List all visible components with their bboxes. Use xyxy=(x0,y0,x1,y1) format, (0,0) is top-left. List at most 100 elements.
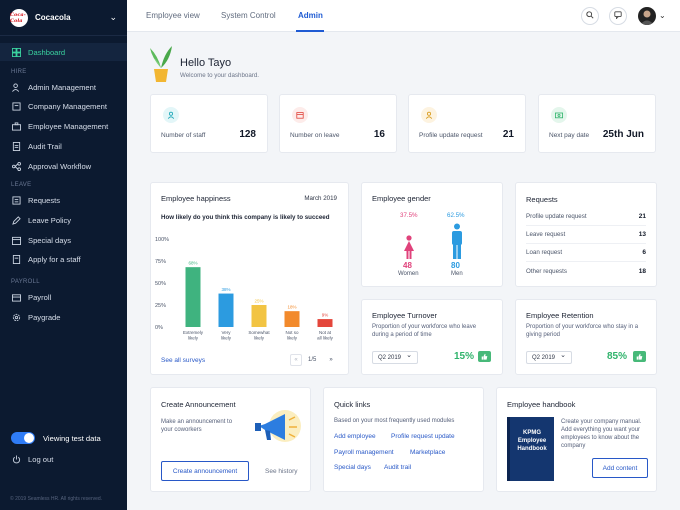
retention-percent: 85% xyxy=(607,351,628,362)
stat-card-staff[interactable]: Number of staff 128 xyxy=(150,94,268,153)
company-switcher[interactable]: Coca-Cola Cocacola ⌄ xyxy=(0,0,127,36)
card-title: Employee gender xyxy=(372,194,431,203)
greeting: Hello Tayo xyxy=(180,57,232,69)
sidebar-item-label: Payroll xyxy=(28,292,52,302)
sidebar-item-dashboard[interactable]: Dashboard xyxy=(0,43,127,61)
request-row[interactable]: Profile update request 21 xyxy=(526,208,646,226)
sidebar-item-label: Audit Trail xyxy=(28,141,62,151)
y-tick-label: 100% xyxy=(155,237,169,243)
sidebar-item-payroll[interactable]: Payroll xyxy=(0,288,127,306)
user-cog-icon xyxy=(11,82,21,92)
handbook-cover-title: KPMG Employee Handbook xyxy=(517,430,547,452)
create-announcement-button[interactable]: Create announcement xyxy=(161,461,249,481)
chevron-down-icon[interactable]: ⌄ xyxy=(109,12,117,23)
bar xyxy=(251,305,267,327)
card-title: Requests xyxy=(526,195,558,204)
test-data-toggle-row[interactable]: Viewing test data xyxy=(0,429,127,447)
sidebar-item-label: Apply for a staff xyxy=(28,254,81,264)
data-label: 68% xyxy=(188,261,197,266)
quick-link-marketplace[interactable]: Marketplace xyxy=(410,449,445,456)
sidebar-item-label: Approval Workflow xyxy=(28,161,92,171)
quick-link-profile-request[interactable]: Profile request update xyxy=(391,433,455,440)
turnover-card: Employee Turnover Proportion of your wor… xyxy=(361,299,503,375)
quick-link-payroll[interactable]: Payroll management xyxy=(334,449,394,456)
avatar[interactable] xyxy=(638,7,656,25)
sidebar: Coca-Cola Cocacola ⌄ Dashboard HIRE Admi… xyxy=(0,0,127,510)
sidebar-item-apply-for-staff[interactable]: Apply for a staff xyxy=(0,250,127,268)
bar xyxy=(284,311,300,327)
request-label: Profile update request xyxy=(526,213,587,220)
request-count: 21 xyxy=(638,213,646,220)
see-all-surveys-link[interactable]: See all surveys xyxy=(161,357,205,364)
file-icon xyxy=(11,141,21,151)
user-icon xyxy=(163,107,179,123)
sidebar-item-label: Requests xyxy=(28,195,61,205)
sidebar-item-employee-management[interactable]: Employee Management xyxy=(0,117,127,135)
tab-admin[interactable]: Admin xyxy=(298,11,323,20)
sidebar-item-requests[interactable]: Requests xyxy=(0,191,127,209)
period-select[interactable]: Q2 2019 xyxy=(526,351,572,364)
men-percent: 62.5% xyxy=(447,212,465,219)
bar xyxy=(218,293,234,327)
quick-link-add-employee[interactable]: Add employee xyxy=(334,433,376,440)
sidebar-item-paygrade[interactable]: Paygrade xyxy=(0,308,127,326)
sidebar-item-approval-workflow[interactable]: Approval Workflow xyxy=(0,157,127,175)
thumbs-up-icon xyxy=(478,351,491,362)
logout-label: Log out xyxy=(28,454,54,464)
user-icon xyxy=(421,107,437,123)
tab-employee-view[interactable]: Employee view xyxy=(146,11,200,20)
chevron-down-icon[interactable]: ⌄ xyxy=(659,11,666,20)
men-label: Men xyxy=(451,271,463,277)
see-history-link[interactable]: See history xyxy=(265,468,298,475)
quick-link-audit-trail[interactable]: Audit trail xyxy=(384,464,411,471)
next-page-button[interactable]: » xyxy=(325,354,337,366)
period-select[interactable]: Q2 2019 xyxy=(372,351,418,364)
gear-icon xyxy=(11,312,21,322)
stat-card-profile-requests[interactable]: Profile update request 21 xyxy=(408,94,526,153)
company-logo: Coca-Cola xyxy=(10,8,28,27)
request-label: Leave request xyxy=(526,231,566,238)
stat-card-pay-date[interactable]: Next pay date 25th Jun xyxy=(538,94,656,153)
prev-page-button[interactable]: « xyxy=(290,354,302,366)
briefcase-icon xyxy=(11,121,21,131)
section-label-hire: HIRE xyxy=(11,69,27,75)
test-data-label: Viewing test data xyxy=(43,433,101,443)
test-data-toggle[interactable] xyxy=(11,432,35,444)
quick-link-special-days[interactable]: Special days xyxy=(334,464,371,471)
tab-system-control[interactable]: System Control xyxy=(221,11,276,20)
sidebar-item-label: Employee Management xyxy=(28,121,109,131)
quick-links-card: Quick links Based on your most frequentl… xyxy=(323,387,484,492)
add-content-button[interactable]: Add content xyxy=(592,458,648,478)
logout-button[interactable]: Log out xyxy=(0,450,127,468)
sidebar-item-audit-trail[interactable]: Audit Trail xyxy=(0,137,127,155)
stat-card-leave[interactable]: Number on leave 16 xyxy=(279,94,397,153)
announcement-card: Create Announcement Make an announcement… xyxy=(150,387,311,492)
workflow-icon xyxy=(11,161,21,171)
list-icon xyxy=(11,195,21,205)
request-row[interactable]: Other requests 18 xyxy=(526,262,646,280)
y-tick-label: 75% xyxy=(155,259,166,265)
x-tick-label: Not so xyxy=(285,330,299,335)
dashboard-icon xyxy=(11,47,21,57)
x-tick-label: Not at xyxy=(319,330,332,335)
request-row[interactable]: Leave request 13 xyxy=(526,226,646,244)
handbook-cover[interactable]: KPMG Employee Handbook xyxy=(507,417,554,481)
messages-button[interactable] xyxy=(609,7,627,25)
request-row[interactable]: Loan request 6 xyxy=(526,244,646,262)
x-tick-label: likely xyxy=(188,336,199,341)
sidebar-item-admin-management[interactable]: Admin Management xyxy=(0,78,127,96)
search-button[interactable] xyxy=(581,7,599,25)
x-tick-label: all likely xyxy=(317,336,334,341)
request-label: Loan request xyxy=(526,249,563,256)
copyright-text: © 2019 Seamless HR. All rights reserved. xyxy=(10,496,103,502)
request-label: Other requests xyxy=(526,267,567,275)
section-label-payroll: PAYROLL xyxy=(11,279,40,285)
woman-icon xyxy=(402,235,416,261)
power-icon xyxy=(11,454,21,464)
sidebar-item-company-management[interactable]: Company Management xyxy=(0,97,127,115)
survey-question: How likely do you think this company is … xyxy=(161,214,330,221)
sidebar-item-leave-policy[interactable]: Leave Policy xyxy=(0,211,127,229)
sidebar-item-special-days[interactable]: Special days xyxy=(0,231,127,249)
stat-label: Next pay date xyxy=(549,132,590,139)
turnover-description: Proportion of your workforce who leave d… xyxy=(372,324,477,338)
